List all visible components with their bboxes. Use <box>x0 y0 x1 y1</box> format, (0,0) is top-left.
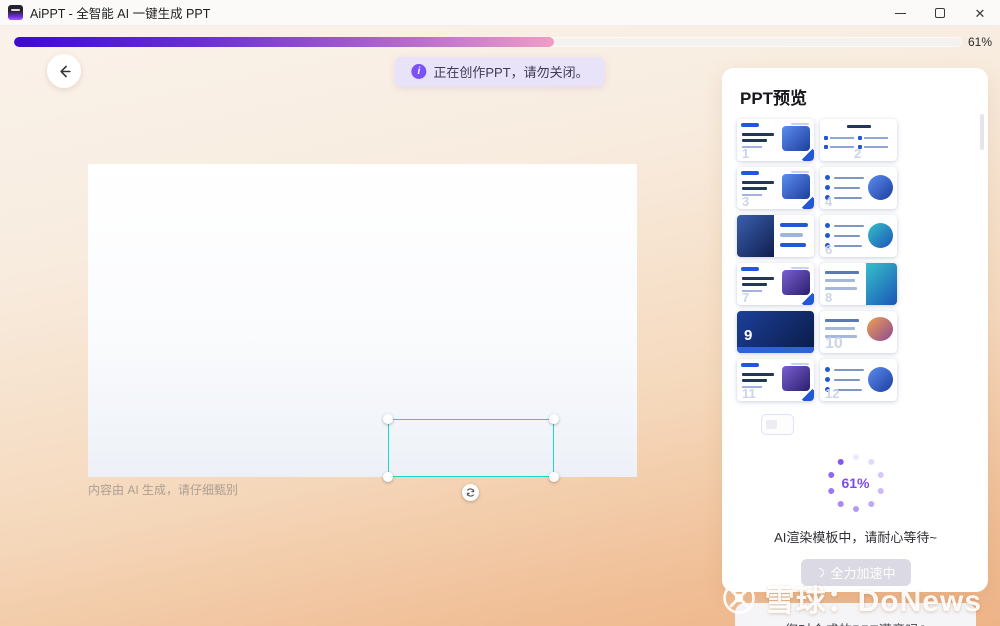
slide-thumbnail-3[interactable]: 3 <box>737 167 814 209</box>
generation-progress: 61% <box>14 35 992 49</box>
resize-handle-bottom-right[interactable] <box>549 472 559 482</box>
minimize-icon <box>894 12 906 14</box>
slide-thumbnail-10[interactable]: 10 <box>820 311 897 353</box>
main-area: 61% i 正在创作PPT，请勿关闭。 内容由 AI 生成，请仔细甄别 PPT预… <box>0 26 1000 626</box>
close-button[interactable]: ✕ <box>960 0 1000 26</box>
watermark-text: 雪球：DoNews <box>764 585 982 618</box>
panel-scrollbar[interactable] <box>980 114 984 150</box>
progress-track <box>14 37 962 47</box>
image-placeholder-icon <box>766 420 777 429</box>
ai-content-notice: 内容由 AI 生成，请仔细甄别 <box>88 483 239 497</box>
window-title: AiPPT - 全智能 AI 一键生成 PPT <box>30 7 211 21</box>
close-icon: ✕ <box>974 5 986 21</box>
back-arrow-icon <box>59 65 71 77</box>
slide-canvas[interactable] <box>88 164 637 501</box>
slide-thumbnail-4[interactable]: 4 <box>820 167 897 209</box>
window-controls: ✕ <box>880 0 1000 26</box>
slide-thumbnail-1[interactable]: 1 <box>737 119 814 161</box>
feedback-question: 您对合成的PPT满意吗? <box>747 619 964 626</box>
back-button[interactable] <box>47 54 81 88</box>
render-status-text: AI渲染模板中，请耐心等待~ <box>774 530 937 545</box>
progress-fill <box>14 37 555 47</box>
slide-thumbnail-8[interactable]: 8 <box>820 263 897 305</box>
resize-handle-bottom-left[interactable] <box>383 472 393 482</box>
resize-handle-top-right[interactable] <box>549 414 559 424</box>
progress-percent-label: 61% <box>967 35 992 49</box>
xueqiu-logo-icon <box>722 582 755 614</box>
slide-thumbnail-12[interactable]: 12 <box>820 359 897 401</box>
panel-title: PPT预览 <box>740 89 808 108</box>
slide-thumbnail-7[interactable]: 7 <box>737 263 814 305</box>
selection-box[interactable] <box>383 414 559 482</box>
render-loader: 61% AI渲染模板中，请耐心等待~ 全力加速中 <box>733 451 978 586</box>
rotate-handle[interactable] <box>462 484 479 501</box>
maximize-icon <box>935 8 945 18</box>
aippt-logo-icon <box>8 5 23 20</box>
app-window: AiPPT - 全智能 AI 一键生成 PPT ✕ 61% i 正在创作PPT，… <box>0 0 1000 626</box>
maximize-button[interactable] <box>920 0 960 26</box>
thumbnail-loading-placeholder <box>761 414 794 435</box>
slide-thumbnail-5[interactable] <box>737 215 814 257</box>
toast-message: 正在创作PPT，请勿关闭。 <box>433 65 589 80</box>
slide-thumbnail-grid: 1 2 3 4 6 7 8 9 10 11 12 <box>733 119 978 401</box>
resize-handle-top-left[interactable] <box>383 414 393 424</box>
slide-thumbnail-2[interactable]: 2 <box>820 119 897 161</box>
creating-toast: i 正在创作PPT，请勿关闭。 <box>395 57 605 86</box>
window-titlebar: AiPPT - 全智能 AI 一键生成 PPT ✕ <box>0 0 1000 26</box>
info-icon: i <box>411 64 427 79</box>
slide-thumbnail-6[interactable]: 6 <box>820 215 897 257</box>
spinner-icon: 61% <box>824 451 888 515</box>
ppt-preview-panel: PPT预览 1 2 3 4 6 7 8 9 10 11 12 61% AI渲染模板中，请耐心等待~ … <box>722 68 988 626</box>
slide-thumbnail-9[interactable]: 9 <box>737 311 814 353</box>
minimize-button[interactable] <box>880 0 920 26</box>
watermark: 雪球：DoNews <box>721 576 982 620</box>
slide-thumbnail-11[interactable]: 11 <box>737 359 814 401</box>
rotate-icon <box>466 488 475 497</box>
